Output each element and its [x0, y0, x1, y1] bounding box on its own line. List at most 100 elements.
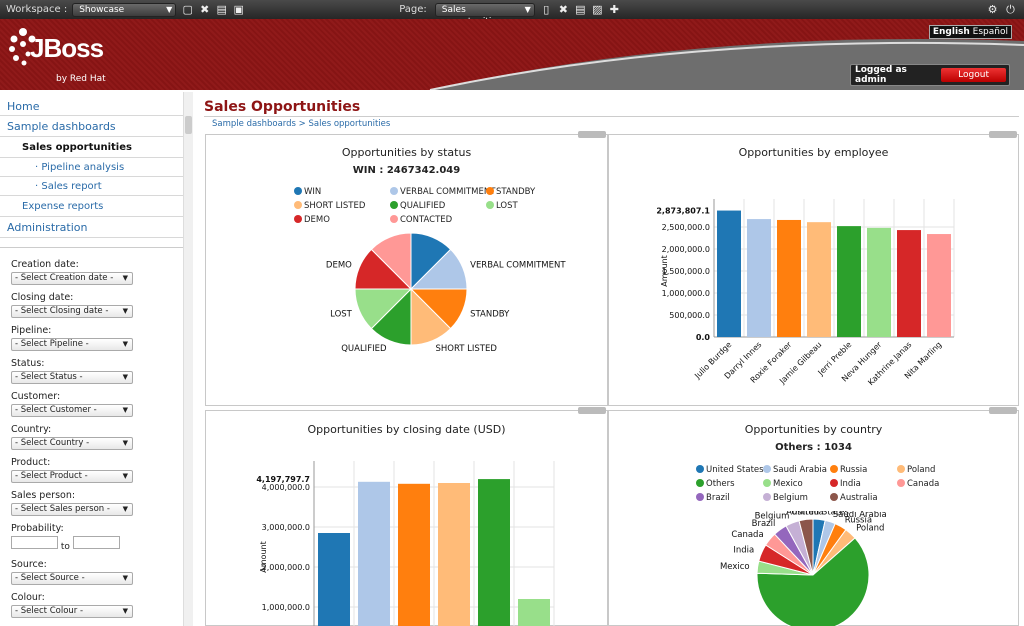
bar-3[interactable]: [438, 483, 470, 626]
panel-controls[interactable]: [578, 407, 606, 414]
bar-jamie-gilbeau[interactable]: [807, 222, 831, 337]
product-select[interactable]: - Select Product -▼: [11, 470, 133, 483]
bar-4[interactable]: [478, 479, 510, 626]
page-icon[interactable]: ▢: [182, 4, 193, 15]
legend-item-qualified[interactable]: QUALIFIED: [390, 201, 445, 211]
bar-kathrine-janas[interactable]: [897, 230, 921, 337]
nav-sample-dashboards[interactable]: Sample dashboards: [0, 116, 183, 137]
jboss-logo-sub: by Red Hat: [56, 74, 106, 84]
pipeline-select[interactable]: - Select Pipeline -▼: [11, 338, 133, 351]
power-icon[interactable]: ⏻: [1005, 4, 1016, 15]
sales-person-label: Sales person:: [11, 490, 183, 501]
legend-item-verbal-commitment[interactable]: VERBAL COMMITMENT: [390, 187, 495, 197]
bar-1[interactable]: [358, 482, 390, 626]
y-tick-label: 1,000,000.0: [262, 603, 310, 612]
top-toolbar: Workspace : Showcase▼ ▢ ✖ ▤ ▣ Page: Sale…: [0, 0, 1024, 19]
page-tools-icon[interactable]: ✖: [558, 4, 569, 15]
y-tick-label: 2,500,000.0: [662, 223, 710, 232]
legend-item-brazil[interactable]: Brazil: [696, 493, 730, 503]
legend-item-australia[interactable]: Australia: [830, 493, 878, 503]
pie-label-short-listed: SHORT LISTED: [435, 344, 497, 354]
legend-item-lost[interactable]: LOST: [486, 201, 518, 211]
legend-item-short-listed[interactable]: SHORT LISTED: [294, 201, 365, 211]
settings-icon[interactable]: ⚙: [987, 4, 998, 15]
delete-icon[interactable]: ▤: [216, 4, 227, 15]
pie-label-lost: LOST: [330, 309, 353, 319]
legend-item-others[interactable]: Others: [696, 479, 735, 489]
workspace-select[interactable]: Showcase▼: [72, 3, 176, 17]
bar-jerri-preble[interactable]: [837, 226, 861, 337]
country-pie-chart: United StatesSaudi ArabiaRussiaPolandOth…: [609, 511, 1019, 626]
probability-to-input[interactable]: [73, 536, 120, 549]
legend-item-demo[interactable]: DEMO: [294, 215, 330, 225]
legend-item-india[interactable]: India: [830, 479, 861, 489]
workspace-label: Workspace :: [6, 4, 67, 15]
chart-legend: United StatesSaudi ArabiaRussia Poland Oth…: [696, 465, 956, 509]
nav-home[interactable]: Home: [0, 97, 183, 116]
plugin-icon[interactable]: ✚: [609, 4, 620, 15]
legend-item-poland[interactable]: Poland: [897, 465, 935, 475]
creation-date-label: Creation date:: [11, 259, 183, 270]
status-pie-chart: WINVERBAL COMMITMENTSTANDBYSHORT LISTEDQ…: [206, 233, 606, 403]
lang-spanish[interactable]: Español: [973, 27, 1008, 37]
bar-roxie-foraker[interactable]: [777, 220, 801, 337]
probability-from-input[interactable]: [11, 536, 58, 549]
pie-label-poland: Poland: [856, 524, 884, 534]
nav-administration[interactable]: Administration: [0, 217, 183, 238]
pie-label-australia: Australia: [786, 511, 824, 518]
status-select[interactable]: - Select Status -▼: [11, 371, 133, 384]
legend-item-standby[interactable]: STANDBY: [486, 187, 535, 197]
panel-controls[interactable]: [989, 407, 1017, 414]
tools-icon[interactable]: ✖: [199, 4, 210, 15]
panel-controls[interactable]: [989, 131, 1017, 138]
splitter-handle[interactable]: [185, 116, 192, 134]
bar-nita-marling[interactable]: [927, 234, 951, 337]
legend-item-united-states[interactable]: United States: [696, 465, 764, 475]
y-axis-label: Amount: [660, 255, 669, 286]
legend-item-saudi-arabia[interactable]: Saudi Arabia: [763, 465, 827, 475]
country-label: Country:: [11, 424, 183, 435]
page-select[interactable]: Sales opportunities▼: [435, 3, 535, 17]
bar-0[interactable]: [318, 533, 350, 626]
breadcrumb[interactable]: Sample dashboards > Sales opportunities: [212, 119, 390, 129]
source-select[interactable]: - Select Source -▼: [11, 572, 133, 585]
chart-title: Opportunities by employee: [609, 146, 1018, 159]
bar-2[interactable]: [398, 484, 430, 626]
customer-select[interactable]: - Select Customer -▼: [11, 404, 133, 417]
status-label: Status:: [11, 358, 183, 369]
legend-item-contacted[interactable]: CONTACTED: [390, 215, 452, 225]
panel-opps-by-closing-date: Opportunities by closing date (USD) 1,00…: [205, 410, 608, 626]
nav-pipeline-analysis[interactable]: · Pipeline analysis: [0, 158, 183, 177]
bar-neva-hunger[interactable]: [867, 228, 891, 337]
logout-button[interactable]: Logout: [941, 68, 1006, 82]
legend-item-belgium[interactable]: Belgium: [763, 493, 808, 503]
login-box: Logged as admin Logout: [850, 64, 1010, 86]
legend-item-mexico[interactable]: Mexico: [763, 479, 803, 489]
page-delete-icon[interactable]: ▤: [575, 4, 586, 15]
logged-as-text: Logged as admin: [855, 65, 941, 85]
nav-expense-reports[interactable]: Expense reports: [0, 196, 183, 217]
sales-person-select[interactable]: - Select Sales person -▼: [11, 503, 133, 516]
bar-julio-burdge[interactable]: [717, 211, 741, 337]
legend-item-win[interactable]: WIN: [294, 187, 321, 197]
y-max-label: 2,873,807.1: [656, 207, 710, 216]
nav-sales-opportunities[interactable]: Sales opportunities: [0, 137, 183, 158]
jboss-logo: JBoss: [30, 33, 103, 64]
bar-darryl-innes[interactable]: [747, 219, 771, 337]
country-select[interactable]: - Select Country -▼: [11, 437, 133, 450]
panel-controls[interactable]: [578, 131, 606, 138]
nav-sales-report[interactable]: · Sales report: [0, 177, 183, 196]
closing-date-select[interactable]: - Select Closing date -▼: [11, 305, 133, 318]
legend-item-canada[interactable]: Canada: [897, 479, 939, 489]
new-page-icon[interactable]: ▯: [541, 4, 552, 15]
y-tick-label: 2,000,000.0: [662, 245, 710, 254]
lang-english[interactable]: English: [933, 27, 970, 37]
page-save-icon[interactable]: ▨: [592, 4, 603, 15]
chart-title: Opportunities by closing date (USD): [206, 423, 607, 436]
copy-icon[interactable]: ▣: [233, 4, 244, 15]
colour-select[interactable]: - Select Colour -▼: [11, 605, 133, 618]
legend-item-russia[interactable]: Russia: [830, 465, 867, 475]
creation-date-select[interactable]: - Select Creation date -▼: [11, 272, 133, 285]
sidebar-splitter[interactable]: [183, 92, 193, 626]
bar-5[interactable]: [518, 599, 550, 626]
